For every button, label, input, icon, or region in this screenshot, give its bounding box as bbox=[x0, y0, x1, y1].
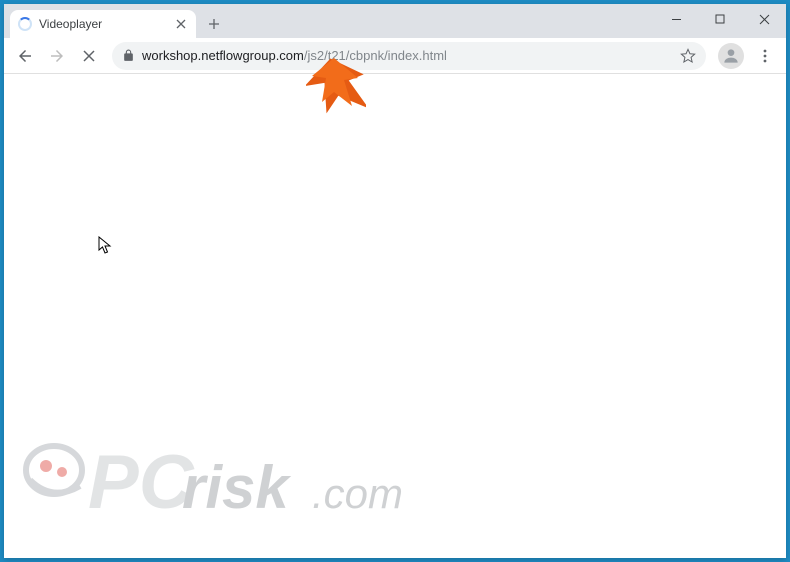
url-host: workshop.netflowgroup.com bbox=[142, 48, 304, 63]
url-text: workshop.netflowgroup.com/js2/t21/cbpnk/… bbox=[142, 48, 673, 63]
new-tab-button[interactable] bbox=[200, 10, 228, 38]
url-path: /js2/t21/cbpnk/index.html bbox=[304, 48, 447, 63]
back-button[interactable] bbox=[10, 41, 40, 71]
window-controls bbox=[654, 4, 786, 34]
forward-button[interactable] bbox=[42, 41, 72, 71]
titlebar: Videoplayer bbox=[4, 4, 786, 38]
maximize-button[interactable] bbox=[698, 4, 742, 34]
browser-tab[interactable]: Videoplayer bbox=[10, 10, 196, 38]
close-tab-button[interactable] bbox=[174, 17, 188, 31]
profile-button[interactable] bbox=[718, 43, 744, 69]
close-window-button[interactable] bbox=[742, 4, 786, 34]
tab-title: Videoplayer bbox=[39, 17, 167, 31]
bookmark-button[interactable] bbox=[680, 48, 696, 64]
stop-reload-button[interactable] bbox=[74, 41, 104, 71]
browser-window: Videoplayer bbox=[4, 4, 786, 558]
menu-button[interactable] bbox=[750, 41, 780, 71]
address-bar[interactable]: workshop.netflowgroup.com/js2/t21/cbpnk/… bbox=[112, 42, 706, 70]
page-content bbox=[4, 74, 786, 558]
loading-spinner-icon bbox=[18, 17, 32, 31]
minimize-button[interactable] bbox=[654, 4, 698, 34]
lock-icon bbox=[122, 49, 135, 62]
toolbar: workshop.netflowgroup.com/js2/t21/cbpnk/… bbox=[4, 38, 786, 74]
